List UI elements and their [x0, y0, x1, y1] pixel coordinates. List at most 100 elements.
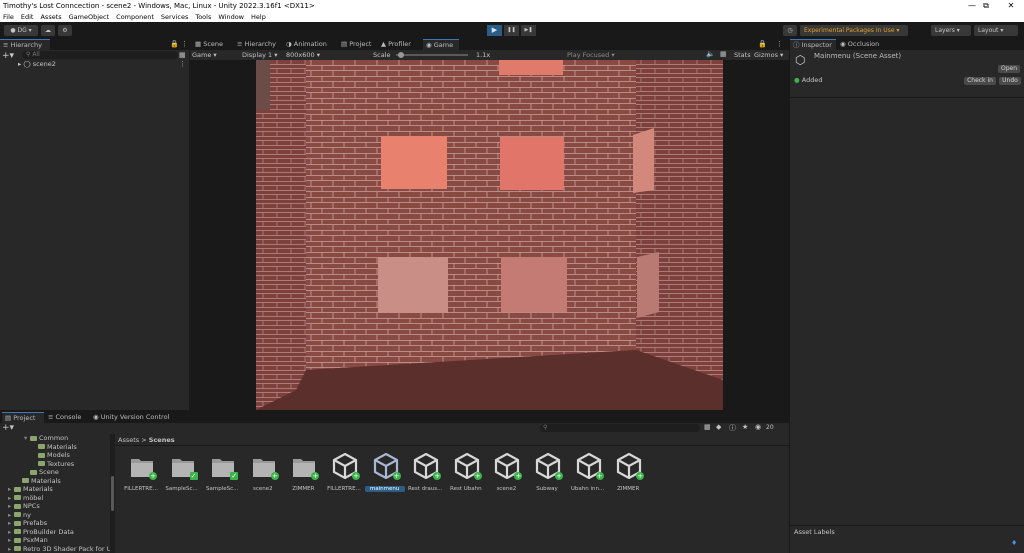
menu-item-services[interactable]: Services	[161, 13, 188, 21]
resolution-dropdown[interactable]: 800x600 ▾	[286, 51, 320, 59]
game-render[interactable]	[256, 60, 723, 410]
asset-item[interactable]: + Rest draus...	[405, 453, 445, 493]
tab-inspector[interactable]: ⓘ Inspector	[790, 39, 836, 50]
filter-label-icon[interactable]: ◆	[716, 423, 721, 431]
version-control-icon: ◉	[93, 413, 101, 421]
scene-menu-icon[interactable]: ⋮	[179, 60, 186, 68]
breadcrumb-assets[interactable]: Assets	[118, 436, 139, 444]
maximize-button[interactable]: ⧉	[972, 0, 1000, 12]
asset-item[interactable]: + Rest Ubahn	[446, 453, 486, 493]
asset-item[interactable]: ✓ SampleSc...	[202, 453, 242, 493]
folder-icon	[14, 537, 21, 543]
inspector-panel: ⓘ Inspector ◉ Occlusion ⬡ Mainmenu (Scen…	[790, 39, 1024, 553]
divider	[115, 445, 789, 446]
added-badge-icon: +	[473, 472, 482, 480]
audio-icon[interactable]: 🔈	[706, 50, 715, 58]
hierarchy-search-input[interactable]: ⚲ All	[22, 51, 178, 59]
collab-icon[interactable]: ⚙	[58, 25, 72, 36]
menu-item-edit[interactable]: Edit	[21, 13, 34, 21]
history-icon[interactable]: ◷	[783, 25, 797, 36]
asset-item[interactable]: + scene2	[243, 453, 283, 493]
menu-item-window[interactable]: Window	[218, 13, 244, 21]
hierarchy-scene-row[interactable]: ▸ ◯ scene2	[18, 60, 56, 69]
scale-slider-handle[interactable]	[398, 52, 404, 58]
tag-icon[interactable]: ♦	[1011, 539, 1017, 547]
asset-item[interactable]: + Subway	[527, 453, 567, 493]
filter-icon[interactable]: ▦	[179, 51, 186, 59]
tab-profiler[interactable]: ▲ Profiler	[378, 39, 420, 50]
lock-icon[interactable]: 🔒	[170, 40, 179, 48]
asset-item[interactable]: + FILLERTRE...	[121, 453, 161, 493]
close-button[interactable]: ✕	[997, 0, 1024, 12]
play-mode-dropdown[interactable]: Play Focused ▾	[567, 51, 615, 59]
star-icon[interactable]: ★	[742, 423, 748, 431]
gizmos-dropdown[interactable]: Gizmos ▾	[754, 51, 783, 59]
account-button[interactable]: ● DG ▾	[4, 25, 38, 36]
asset-item[interactable]: + mainmenu	[364, 453, 405, 493]
menu-item-tools[interactable]: Tools	[195, 13, 211, 21]
scale-slider[interactable]	[396, 52, 468, 58]
tab-project[interactable]: ▤ Project	[338, 39, 380, 50]
play-button[interactable]: ▶	[487, 25, 502, 36]
add-icon[interactable]: +▾	[2, 51, 14, 61]
animation-icon: ◑	[286, 40, 294, 48]
asset-item[interactable]: ✓ SampleSc...	[162, 453, 202, 493]
tab-occlusion[interactable]: ◉ Occlusion	[837, 39, 887, 50]
menu-item-component[interactable]: Component	[116, 13, 154, 21]
menu-item-gameobject[interactable]: GameObject	[69, 13, 110, 21]
folder-icon	[38, 452, 45, 458]
project-search-input[interactable]: ⚲	[540, 424, 700, 432]
tab-animation[interactable]: ◑ Animation	[283, 39, 327, 50]
lock-icon[interactable]: 🔒	[758, 40, 767, 48]
asset-item[interactable]: + ZIMMER	[283, 453, 323, 493]
step-button[interactable]: ▶❚	[521, 25, 536, 36]
scrollbar-thumb[interactable]	[111, 476, 114, 511]
tab-scene[interactable]: ▦ Scene	[192, 39, 234, 50]
layers-dropdown[interactable]: Layers ▾	[931, 25, 971, 36]
tree-item[interactable]: ▸ Retro 3D Shader Pack for U	[8, 545, 110, 553]
menu-item-file[interactable]: File	[3, 13, 14, 21]
cloud-icon[interactable]: ☁	[41, 25, 55, 36]
stats-button[interactable]: Stats	[734, 51, 751, 59]
game-panel: ▦ Scene ≡ Hierarchy ◑ Animation ▤ Project ▲ …	[190, 39, 789, 410]
tab-game[interactable]: ◉ Game	[423, 39, 459, 50]
tab-unity-version-control[interactable]: ◉ Unity Version Control	[90, 412, 180, 423]
eye-icon[interactable]: ◉	[755, 423, 761, 431]
added-badge-icon: +	[636, 472, 645, 480]
asset-item[interactable]: + ZIMMER	[608, 453, 648, 493]
folder-icon	[38, 461, 45, 466]
menu-item-help[interactable]: Help	[251, 13, 266, 21]
checked-in-badge-icon: ✓	[189, 472, 198, 480]
tab-hierarchy[interactable]: ≡ Hierarchy	[0, 39, 50, 50]
asset-item[interactable]: + FILLERTRE...	[324, 453, 364, 493]
game-mode-dropdown[interactable]: Game ▾	[192, 51, 217, 59]
tree-scrollbar[interactable]	[110, 434, 115, 553]
panel-menu-icon[interactable]: ⋮	[181, 40, 188, 48]
tab-hierarchy[interactable]: ≡ Hierarchy	[234, 39, 276, 50]
filter-type-icon[interactable]: ▦	[704, 423, 711, 431]
layout-dropdown[interactable]: Layout ▾	[974, 25, 1018, 36]
asset-item[interactable]: + Ubahn inn...	[568, 453, 608, 493]
tab-project[interactable]: ▤ Project	[2, 412, 44, 423]
asset-item[interactable]: + scene2	[486, 453, 526, 493]
experimental-packages-dropdown[interactable]: Experimental Packages In Use ▾	[800, 25, 908, 36]
added-badge-icon: +	[311, 472, 320, 480]
console-icon: ≡	[48, 413, 56, 421]
added-badge-icon: +	[514, 472, 523, 480]
undo-button[interactable]: Undo	[999, 77, 1021, 85]
info-icon[interactable]: ⓘ	[729, 423, 736, 433]
folder-icon	[14, 503, 21, 509]
project-icon: ▤	[341, 40, 350, 48]
tab-console[interactable]: ≡ Console	[45, 412, 89, 423]
menu-item-assets[interactable]: Assets	[40, 13, 61, 21]
panel-menu-icon[interactable]: ⋮	[776, 40, 783, 48]
folder-icon	[30, 469, 37, 475]
create-icon[interactable]: +▾	[2, 423, 14, 433]
pause-button[interactable]: ❚❚	[504, 25, 519, 36]
window-title: Timothy's Lost Conncection - scene2 - Wi…	[0, 0, 1024, 12]
checkin-button[interactable]: Check in	[964, 77, 996, 85]
open-button[interactable]: Open	[998, 65, 1020, 73]
breadcrumb-scenes[interactable]: Scenes	[149, 436, 175, 444]
grid-icon[interactable]: ▦	[720, 50, 727, 58]
display-dropdown[interactable]: Display 1 ▾	[242, 51, 278, 59]
